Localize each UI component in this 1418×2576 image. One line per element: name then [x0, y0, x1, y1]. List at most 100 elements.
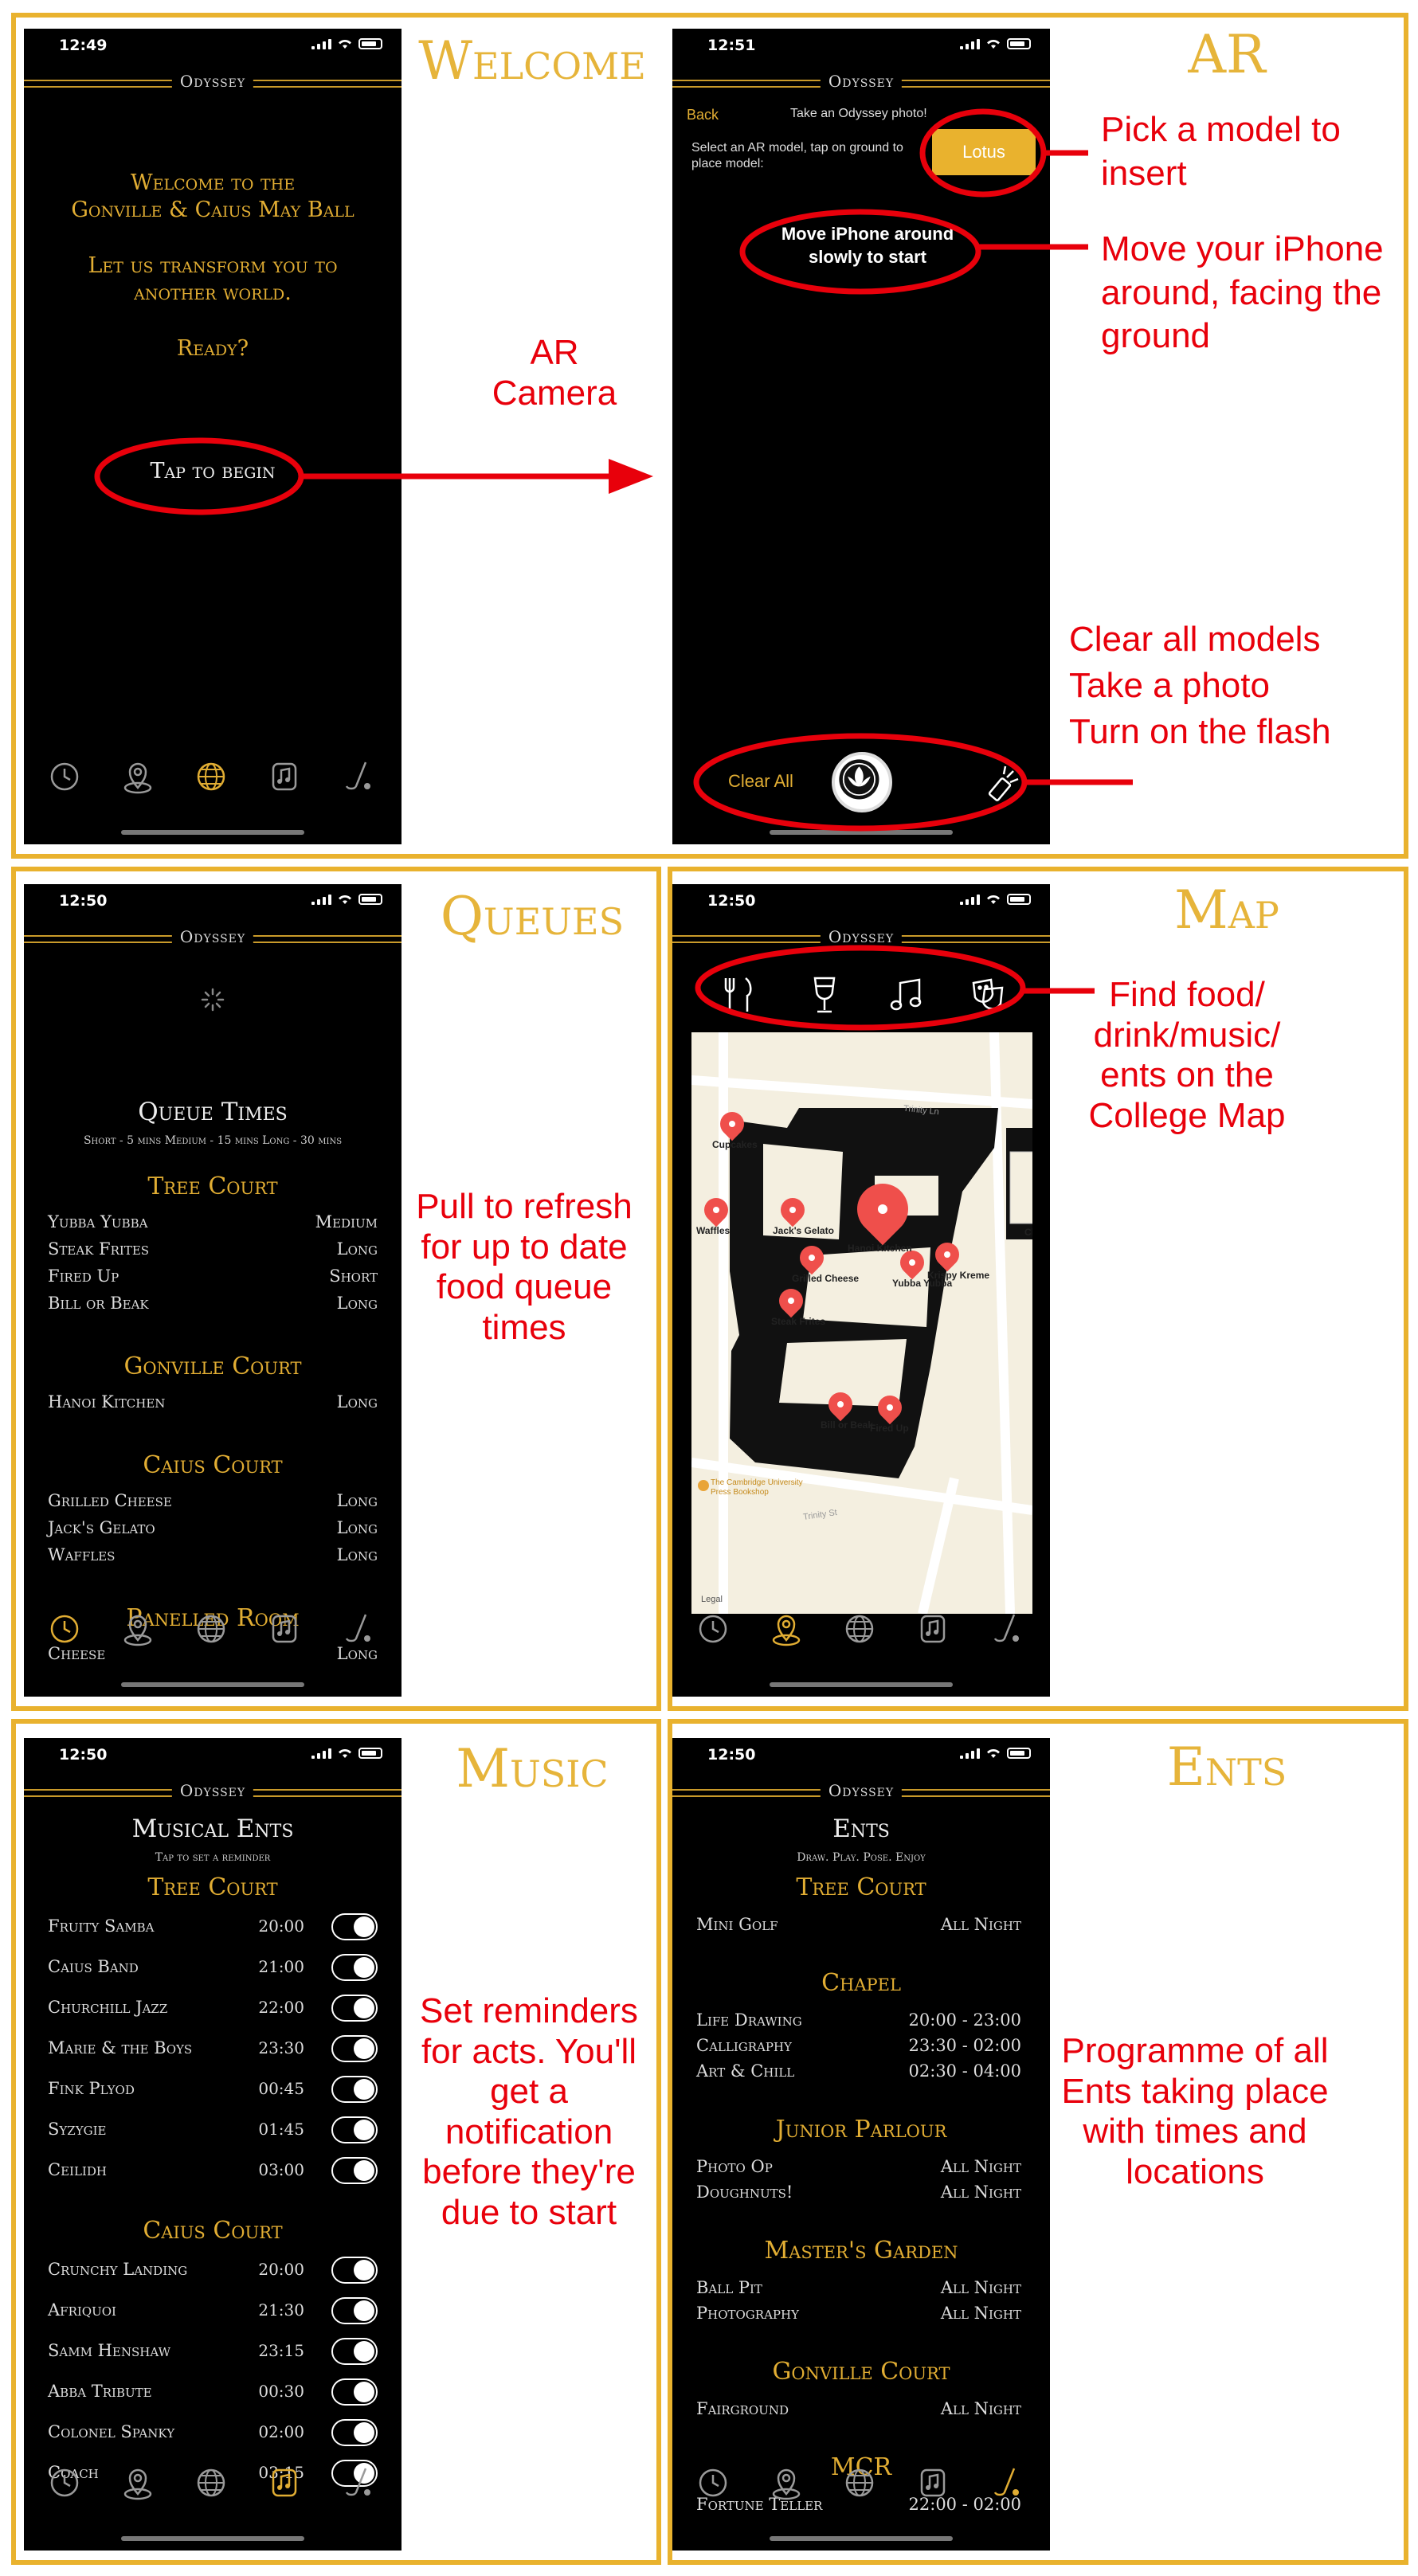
music-note-icon[interactable]: [263, 2461, 306, 2504]
globe-logo-icon[interactable]: [838, 2461, 881, 2504]
reminder-toggle[interactable]: [331, 1995, 378, 2022]
act-row: Marie & the Boys 23:30: [48, 2035, 378, 2062]
golf-club-icon[interactable]: [985, 1607, 1028, 1650]
brand-header: Odyssey: [672, 1778, 1050, 1805]
globe-logo-icon[interactable]: [190, 2461, 233, 2504]
queues-heading: Queues: [440, 886, 625, 947]
reminder-toggle[interactable]: [331, 2419, 378, 2446]
golf-club-icon[interactable]: [985, 2461, 1028, 2504]
wifi-icon: [987, 40, 1000, 49]
ent-time: 23:30 - 02:00: [908, 2036, 1021, 2055]
wifi-icon: [987, 1749, 1000, 1758]
golf-club-icon[interactable]: [336, 1607, 379, 1650]
map-pin-icon[interactable]: [116, 755, 159, 798]
act-time: 20:00: [258, 2260, 304, 2279]
move-iphone-hint: Move iPhone around slowly to start: [781, 224, 954, 267]
reminder-toggle[interactable]: [331, 2116, 378, 2143]
music-note-icon[interactable]: [886, 975, 926, 1015]
queue-length: Long: [336, 1518, 378, 1537]
signal-icon: [960, 894, 980, 905]
golf-club-icon[interactable]: [336, 755, 379, 798]
clock-icon[interactable]: [43, 755, 86, 798]
ent-name: Mini Golf: [696, 1915, 778, 1934]
college-map[interactable]: Trinity Ln Trinity St The Cambridge Univ…: [691, 1032, 1032, 1614]
map-pin-icon[interactable]: [116, 2461, 159, 2504]
globe-logo-icon[interactable]: [190, 755, 233, 798]
ent-name: Calligraphy: [696, 2036, 792, 2055]
signal-icon: [311, 894, 331, 905]
clear-all-button[interactable]: Clear All: [728, 771, 793, 792]
ent-time: All Night: [940, 2399, 1021, 2418]
reminder-toggle[interactable]: [331, 2076, 378, 2103]
ar-camera-note: AR Camera: [492, 333, 617, 413]
home-indicator: [770, 830, 953, 835]
brand-header: Odyssey: [672, 69, 1050, 96]
clock-icon[interactable]: [43, 2461, 86, 2504]
flashlight-icon[interactable]: [986, 761, 1026, 801]
reminder-toggle[interactable]: [331, 2257, 378, 2284]
brand-logo: Odyssey: [171, 1781, 254, 1800]
stall-name: Bill or Beak: [48, 1294, 149, 1313]
bookshop-pin-icon: [698, 1480, 709, 1491]
reminder-toggle[interactable]: [331, 2378, 378, 2406]
cutlery-icon[interactable]: [719, 975, 758, 1015]
act-name: Caius Band: [48, 1957, 139, 1976]
top-divider: [11, 859, 1408, 867]
ent-time: 20:00 - 23:00: [908, 2010, 1021, 2030]
music-note-icon[interactable]: [263, 755, 306, 798]
act-name: Marie & the Boys: [48, 2038, 193, 2057]
home-indicator: [121, 2536, 304, 2541]
act-row: Syzygie 01:45: [48, 2116, 378, 2143]
status-bar: 12:50: [672, 884, 1050, 919]
music-note-icon[interactable]: [911, 2461, 954, 2504]
act-name: Abba Tribute: [48, 2382, 152, 2401]
map-pin-label: Cupcakes: [712, 1139, 758, 1150]
wifi-icon: [339, 40, 351, 49]
act-row: Fruity Samba 20:00: [48, 1913, 378, 1940]
globe-logo-icon[interactable]: [190, 1607, 233, 1650]
status-bar: 12:50: [24, 1738, 402, 1773]
wine-glass-icon[interactable]: [805, 975, 844, 1015]
act-name: Colonel Spanky: [48, 2422, 175, 2441]
globe-logo-icon[interactable]: [838, 1607, 881, 1650]
reminder-toggle[interactable]: [331, 2157, 378, 2184]
status-icons: [311, 38, 382, 49]
status-icons: [960, 1748, 1031, 1759]
welcome-line-1: Welcome to the: [130, 170, 296, 195]
map-pin-icon[interactable]: [765, 2461, 808, 2504]
reminder-toggle[interactable]: [331, 2035, 378, 2062]
lotus-model-button[interactable]: Lotus: [932, 129, 1036, 175]
act-name: Crunchy Landing: [48, 2260, 188, 2279]
ent-time: All Night: [940, 2183, 1021, 2202]
tap-to-begin-button[interactable]: Tap to begin: [24, 459, 402, 483]
tab-bar: [672, 2455, 1050, 2511]
back-button[interactable]: Back: [687, 107, 719, 123]
golf-club-icon[interactable]: [336, 2461, 379, 2504]
stall-name: Waffles: [48, 1545, 116, 1564]
clock-icon[interactable]: [691, 1607, 734, 1650]
music-note-icon[interactable]: [263, 1607, 306, 1650]
masks-icon[interactable]: [967, 975, 1007, 1015]
queue-row: Jack's Gelato Long: [48, 1518, 378, 1537]
act-name: Samm Henshaw: [48, 2341, 170, 2360]
reminder-toggle[interactable]: [331, 2338, 378, 2365]
clock-icon[interactable]: [43, 1607, 86, 1650]
status-bar: 12:50: [672, 1738, 1050, 1773]
act-row: Ceilidh 03:00: [48, 2157, 378, 2184]
home-indicator: [770, 2536, 953, 2541]
act-name: Churchill Jazz: [48, 1998, 168, 2017]
find-food-note: Find food/ drink/music/ ents on the Coll…: [1088, 975, 1286, 1135]
reminder-toggle[interactable]: [331, 1954, 378, 1981]
map-pin-icon[interactable]: [116, 1607, 159, 1650]
music-note-icon[interactable]: [911, 1607, 954, 1650]
reminder-toggle[interactable]: [331, 2297, 378, 2324]
music-phone: 12:50 Odyssey Musical Ents Tap to set a …: [24, 1738, 402, 2551]
lotus-camera-icon[interactable]: [832, 752, 892, 812]
clock-icon[interactable]: [691, 2461, 734, 2504]
act-time: 23:30: [258, 2038, 304, 2057]
queue-length: Long: [336, 1545, 378, 1564]
map-filter-bar: [672, 961, 1050, 1032]
reminder-toggle[interactable]: [331, 1913, 378, 1940]
map-pin-label: Fired Up: [870, 1423, 909, 1434]
map-pin-icon[interactable]: [765, 1607, 808, 1650]
